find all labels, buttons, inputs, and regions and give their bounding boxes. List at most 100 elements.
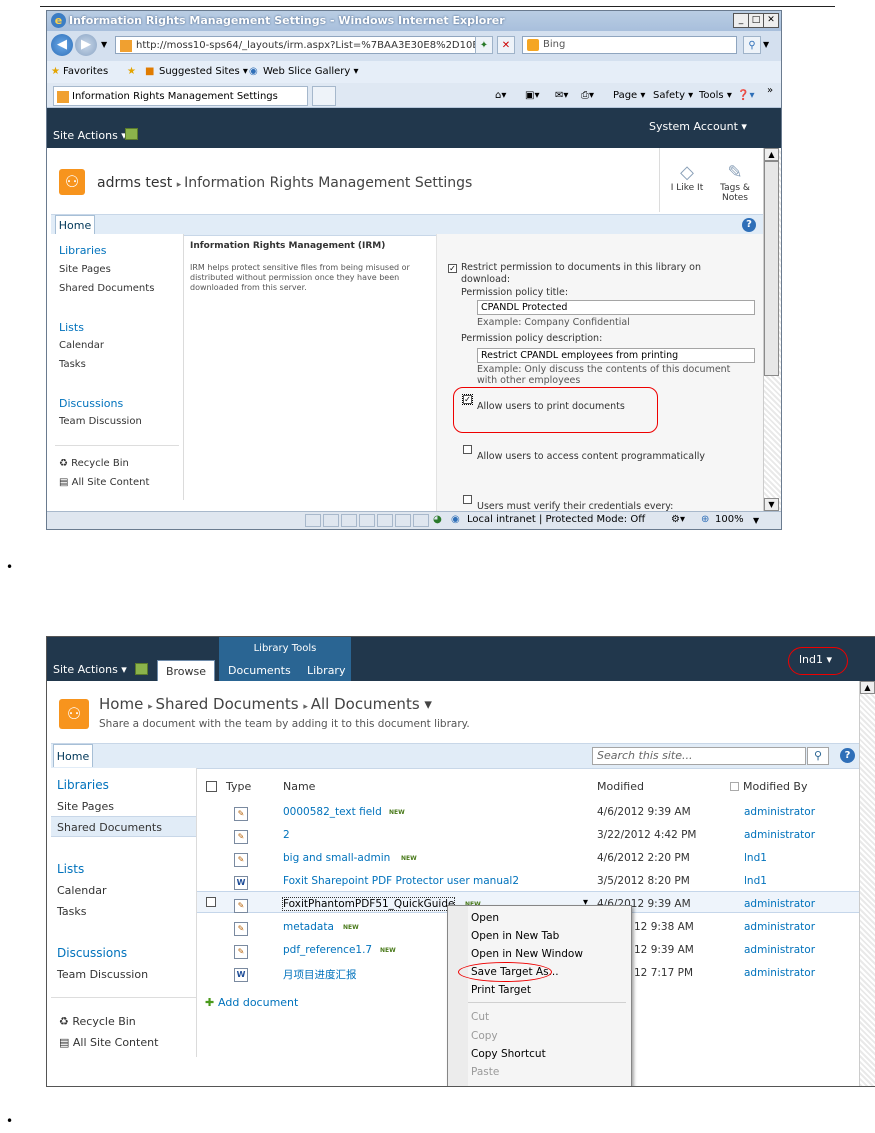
modified-by-filter-checkbox[interactable] (730, 782, 739, 791)
home-tab[interactable]: Home (55, 215, 95, 235)
minimize-button[interactable]: _ (733, 13, 749, 28)
column-modified-by[interactable]: Modified By (743, 780, 808, 793)
mail-icon[interactable]: ✉▾ (555, 90, 568, 101)
compatibility-view-icon[interactable]: ✦ (475, 36, 493, 54)
scroll-up-arrow-icon[interactable]: ▲ (764, 148, 779, 161)
ql-discussions[interactable]: Discussions (59, 397, 123, 410)
suggested-sites-link[interactable]: Suggested Sites ▾ (159, 66, 248, 77)
allow-programmatic-checkbox[interactable] (463, 445, 472, 454)
restrict-permission-checkbox[interactable]: ✓ (448, 264, 457, 273)
row-modified-by[interactable]: administrator (744, 967, 815, 979)
status-settings-icon[interactable]: ⚙▾ (671, 514, 685, 525)
search-options-dropdown-icon[interactable]: ▼ (763, 40, 769, 49)
ql-recycle-bin[interactable]: ♻ Recycle Bin (59, 458, 129, 469)
menu-open-new-window[interactable]: Open in New Window (471, 948, 583, 960)
ql-team-discussion[interactable]: Team Discussion (59, 416, 142, 427)
site-actions-menu[interactable]: Site Actions ▾ (53, 663, 127, 676)
row-modified-by[interactable]: administrator (744, 944, 815, 956)
home-tab[interactable]: Home (53, 744, 93, 767)
tools-menu[interactable]: Tools ▾ (699, 90, 732, 101)
breadcrumb-home[interactable]: Home (99, 695, 143, 713)
search-icon[interactable]: ⚲ (743, 36, 761, 54)
i-like-it-button[interactable]: ◇ I Like It (667, 162, 707, 193)
menu-open[interactable]: Open (471, 912, 499, 924)
column-type[interactable]: Type (226, 780, 251, 793)
maximize-button[interactable]: □ (748, 13, 764, 28)
row-modified-by[interactable]: administrator (744, 921, 815, 933)
feeds-icon[interactable]: ▣▾ (525, 90, 539, 101)
help-menu-icon[interactable]: ❓▾ (737, 90, 754, 101)
row-name[interactable]: metadata (283, 921, 334, 933)
search-input[interactable]: Search this site... (592, 747, 806, 765)
site-name-link[interactable]: adrms test (97, 175, 172, 191)
row-name[interactable]: FoxitPhantomPDF51_QuickGuide (281, 897, 456, 911)
safety-menu[interactable]: Safety ▾ (653, 90, 693, 101)
browser-tab-active[interactable]: Information Rights Management Settings (53, 86, 308, 106)
ql-lists[interactable]: Lists (59, 321, 84, 334)
new-tab-button[interactable] (312, 86, 336, 106)
search-box[interactable]: Bing (522, 36, 737, 54)
menu-print-target[interactable]: Print Target (471, 984, 531, 996)
home-icon[interactable]: ⌂▾ (495, 90, 506, 101)
allow-print-checkbox[interactable]: ✓ (462, 394, 473, 405)
ql-calendar[interactable]: Calendar (59, 340, 104, 351)
vertical-scrollbar[interactable] (859, 681, 875, 1086)
ql-shared-documents[interactable]: Shared Documents (59, 283, 154, 294)
search-icon[interactable]: ⚲ (807, 747, 829, 765)
recent-pages-dropdown-icon[interactable]: ▼ (101, 40, 107, 49)
policy-desc-input[interactable]: Restrict CPANDL employees from printing (477, 348, 755, 363)
select-all-checkbox[interactable] (206, 781, 217, 792)
add-document-link[interactable]: ✚ Add document (205, 996, 298, 1009)
scrollbar-thumb[interactable] (764, 161, 779, 376)
edit-page-icon[interactable] (125, 128, 138, 140)
scroll-up-arrow-icon[interactable]: ▲ (860, 681, 875, 694)
chevron-right-icon[interactable]: » (767, 85, 773, 96)
print-icon[interactable]: ⎙▾ (581, 90, 594, 101)
menu-copy-shortcut[interactable]: Copy Shortcut (471, 1048, 546, 1060)
verify-credentials-checkbox[interactable] (463, 495, 472, 504)
forward-button[interactable]: ▶ (75, 34, 97, 56)
scroll-down-arrow-icon[interactable]: ▼ (764, 498, 779, 511)
add-favorite-icon[interactable]: ★ (127, 66, 136, 77)
help-icon[interactable]: ? (742, 218, 756, 232)
ql-recycle-bin[interactable]: ♻ Recycle Bin (59, 1015, 136, 1028)
row-name[interactable]: pdf_reference1.7 (283, 944, 372, 956)
account-menu[interactable]: System Account ▾ (649, 120, 747, 133)
favorites-button[interactable]: Favorites (63, 66, 108, 77)
help-icon[interactable]: ? (840, 748, 855, 763)
breadcrumb-shared-documents[interactable]: Shared Documents (155, 695, 298, 713)
breadcrumb-view[interactable]: All Documents ▾ (311, 695, 432, 713)
ql-libraries[interactable]: Libraries (59, 244, 107, 257)
stop-icon[interactable]: ✕ (497, 36, 515, 54)
zoom-dropdown-icon[interactable]: ▼ (753, 516, 759, 525)
ql-site-pages[interactable]: Site Pages (59, 264, 111, 275)
page-menu[interactable]: Page ▾ (613, 90, 645, 101)
ql-tasks[interactable]: Tasks (59, 359, 86, 370)
row-checkbox[interactable] (206, 897, 216, 907)
edit-page-icon[interactable] (135, 663, 148, 675)
address-bar[interactable]: http://moss10-sps64/_layouts/irm.aspx?Li… (115, 36, 482, 54)
row-name[interactable]: big and small-admin (283, 852, 390, 864)
ql-all-site-content[interactable]: ▤ All Site Content (59, 477, 149, 488)
tab-browse[interactable]: Browse (157, 660, 215, 681)
row-name[interactable]: 0000582_text field (283, 806, 382, 818)
close-button[interactable]: ✕ (763, 13, 779, 28)
policy-title-input[interactable]: CPANDL Protected (477, 300, 755, 315)
column-name[interactable]: Name (283, 780, 315, 793)
tab-library[interactable]: Library (307, 664, 345, 677)
column-modified[interactable]: Modified (597, 780, 644, 793)
tab-documents[interactable]: Documents (228, 664, 291, 677)
ql-all-site-content[interactable]: ▤ All Site Content (59, 1036, 158, 1049)
row-modified-by[interactable]: administrator (744, 898, 815, 910)
back-button[interactable]: ◀ (51, 34, 73, 56)
row-name[interactable]: Foxit Sharepoint PDF Protector user manu… (283, 875, 519, 887)
row-name[interactable]: 月项目进度汇报 (283, 967, 357, 982)
tags-notes-button[interactable]: ✎ Tags & Notes (715, 162, 755, 203)
row-name[interactable]: 2 (283, 829, 290, 841)
zoom-level[interactable]: 100% (715, 514, 744, 525)
row-modified-by[interactable]: lnd1 (744, 852, 767, 864)
row-modified-by[interactable]: administrator (744, 806, 815, 818)
ql-libraries[interactable]: Libraries (57, 778, 109, 792)
row-modified-by[interactable]: administrator (744, 829, 815, 841)
row-modified-by[interactable]: lnd1 (744, 875, 767, 887)
